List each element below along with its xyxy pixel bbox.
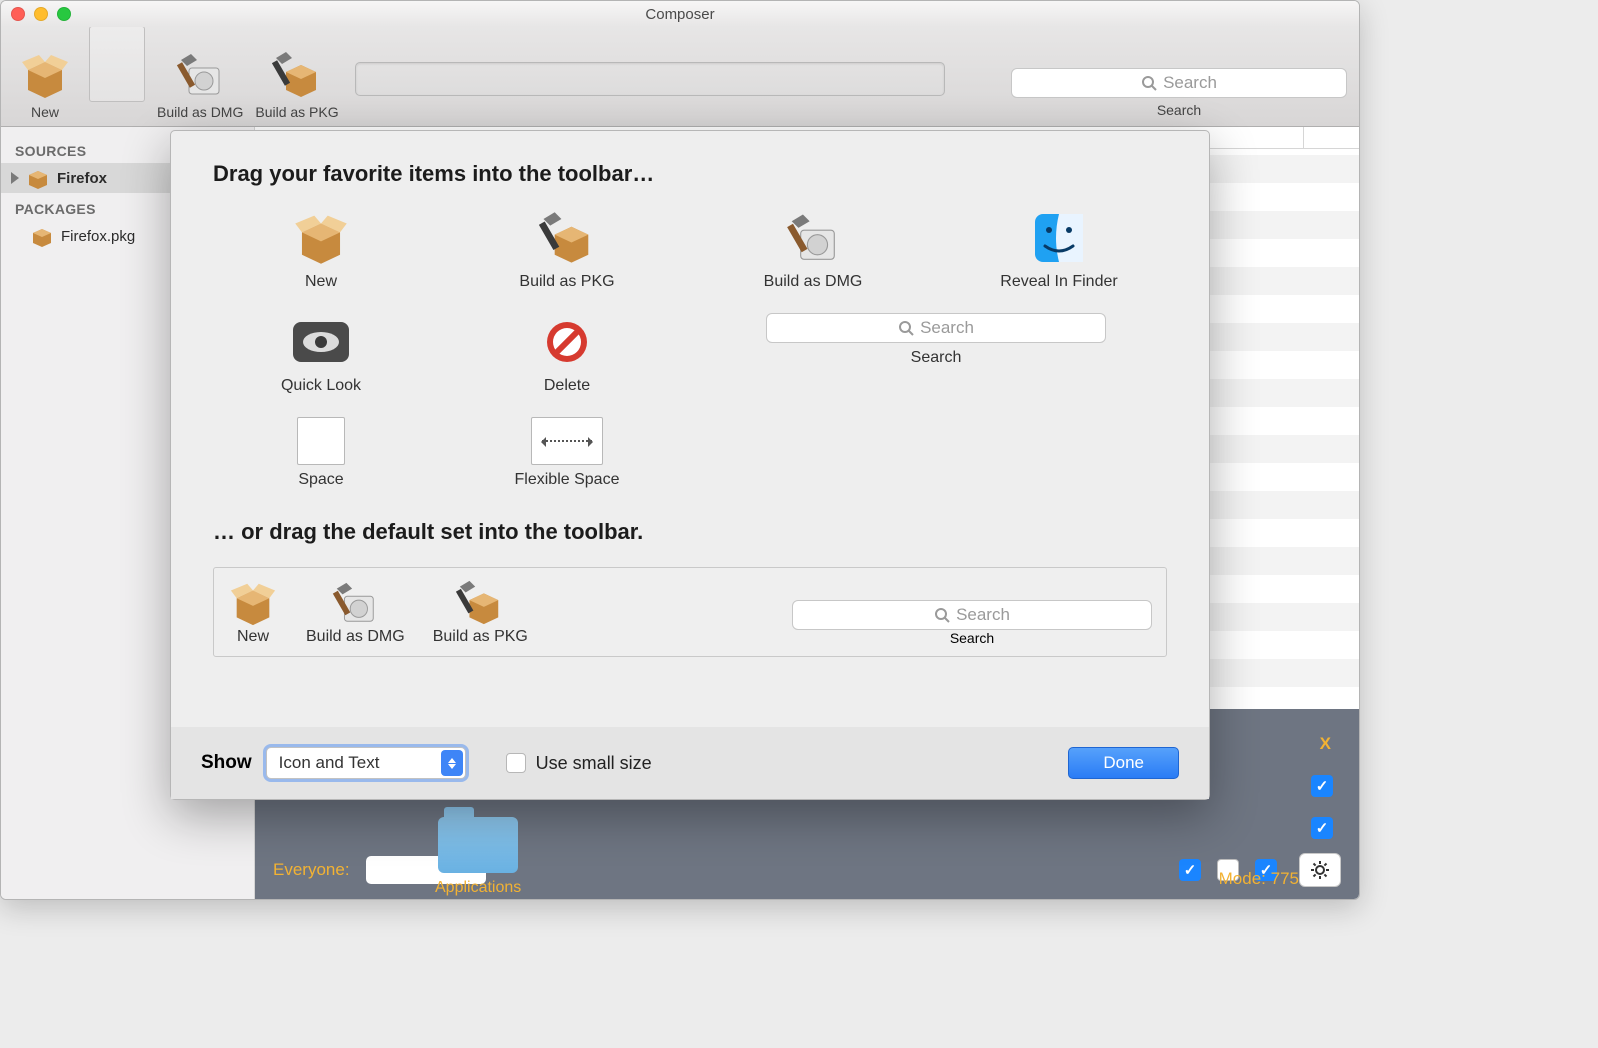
disclosure-icon[interactable] <box>11 172 19 184</box>
toolbar-search-input[interactable]: Search <box>1011 68 1347 98</box>
done-button-label: Done <box>1103 753 1144 773</box>
folder-icon <box>438 817 518 873</box>
perm-checkbox[interactable]: ✓ <box>1311 817 1333 839</box>
toolbar-build-pkg-label: Build as PKG <box>255 104 338 120</box>
folder-label: Applications <box>435 879 521 897</box>
finder-icon <box>1030 209 1088 267</box>
toolbar-build-dmg-label: Build as DMG <box>157 104 243 120</box>
folder-path: Applications <box>435 817 521 897</box>
perm-checkbox[interactable]: ✓ <box>1311 775 1333 797</box>
sheet-body: Drag your favorite items into the toolba… <box>171 131 1209 727</box>
toolbar-search-label: Search <box>1157 102 1201 118</box>
default-label: Build as DMG <box>306 628 405 646</box>
sidebar-item-label: Firefox <box>57 170 107 187</box>
palette-search-placeholder: Search <box>920 318 974 338</box>
hammer-package-icon <box>270 48 324 102</box>
window-title: Composer <box>1 6 1359 23</box>
palette-new[interactable]: New <box>213 209 429 291</box>
small-size-label: Use small size <box>536 753 652 774</box>
palette-label: Quick Look <box>281 377 361 395</box>
default-search-placeholder: Search <box>956 605 1010 625</box>
customize-toolbar-sheet: Drag your favorite items into the toolba… <box>170 130 1210 800</box>
default-label: New <box>237 628 269 646</box>
perm-checkbox[interactable]: ✓ <box>1179 859 1201 881</box>
palette-label: Build as PKG <box>519 273 614 291</box>
palette-space[interactable]: Space <box>213 417 429 489</box>
toolbar-build-pkg[interactable]: Build as PKG <box>255 48 338 120</box>
titlebar: Composer <box>1 1 1359 27</box>
sheet-heading-default: … or drag the default set into the toolb… <box>213 519 1167 545</box>
toolbar-empty-slot[interactable] <box>89 26 145 102</box>
palette-search-input[interactable]: Search <box>766 313 1106 343</box>
hammer-package-icon <box>538 209 596 267</box>
small-size-checkbox[interactable] <box>506 753 526 773</box>
palette-flexible-space[interactable]: Flexible Space <box>459 417 675 489</box>
flexible-space-icon <box>531 417 603 465</box>
palette-delete[interactable]: Delete <box>459 313 675 395</box>
palette-label: New <box>305 273 337 291</box>
palette-reveal[interactable]: Reveal In Finder <box>951 209 1167 291</box>
toolbar-build-dmg[interactable]: Build as DMG <box>157 48 243 120</box>
sheet-heading-drag: Drag your favorite items into the toolba… <box>213 161 1167 187</box>
eye-icon <box>292 313 350 371</box>
palette-label: Delete <box>544 377 590 395</box>
package-open-icon <box>228 578 278 628</box>
perm-mode-label: Mode: <box>1219 869 1266 888</box>
palette-label: Reveal In Finder <box>1000 273 1117 291</box>
toolbar-search-placeholder: Search <box>1163 73 1217 93</box>
palette-build-pkg[interactable]: Build as PKG <box>459 209 675 291</box>
package-icon <box>31 225 53 247</box>
done-button[interactable]: Done <box>1068 747 1179 779</box>
default-new[interactable]: New <box>228 578 278 646</box>
package-open-icon <box>292 209 350 267</box>
no-entry-icon <box>538 313 596 371</box>
palette-search[interactable]: Search Search <box>705 313 1167 395</box>
hammer-disk-icon <box>784 209 842 267</box>
palette-label: Build as DMG <box>764 273 863 291</box>
toolbar-new[interactable]: New <box>13 48 77 120</box>
show-select-value: Icon and Text <box>279 753 380 773</box>
hammer-package-icon <box>455 578 505 628</box>
sidebar-item-label: Firefox.pkg <box>61 228 135 245</box>
default-search-item[interactable]: Search Search <box>792 600 1152 646</box>
gear-icon <box>1310 860 1330 880</box>
search-icon <box>1141 75 1157 91</box>
folder-applications[interactable]: Applications <box>435 817 521 897</box>
toolbar-palette: New Build as PKG Build as DMG Reveal In … <box>213 209 1167 489</box>
toolbar-address-field[interactable] <box>355 62 945 96</box>
show-select[interactable]: Icon and Text <box>266 747 466 779</box>
package-open-icon <box>18 48 72 102</box>
default-search-input[interactable]: Search <box>792 600 1152 630</box>
default-search-label: Search <box>950 630 994 646</box>
table-header-cell[interactable] <box>1303 127 1359 149</box>
gear-button[interactable] <box>1299 853 1341 887</box>
perm-mode: Mode: 775 <box>1219 869 1299 889</box>
toolbar-new-label: New <box>31 104 59 120</box>
palette-label: Flexible Space <box>515 471 620 489</box>
chevron-updown-icon <box>441 750 463 776</box>
show-label: Show <box>201 752 252 774</box>
palette-label: Search <box>911 349 962 367</box>
hammer-disk-icon <box>330 578 380 628</box>
package-icon <box>27 167 49 189</box>
default-build-pkg[interactable]: Build as PKG <box>433 578 528 646</box>
perm-x-label: X <box>1320 734 1331 754</box>
search-icon <box>934 607 950 623</box>
default-build-dmg[interactable]: Build as DMG <box>306 578 405 646</box>
palette-quick-look[interactable]: Quick Look <box>213 313 429 395</box>
palette-build-dmg[interactable]: Build as DMG <box>705 209 921 291</box>
palette-label: Space <box>298 471 343 489</box>
perm-mode-value: 775 <box>1271 869 1299 888</box>
space-icon <box>297 417 345 465</box>
sheet-footer: Show Icon and Text Use small size Done <box>171 727 1209 799</box>
default-label: Build as PKG <box>433 628 528 646</box>
hammer-disk-icon <box>173 48 227 102</box>
perm-everyone-label: Everyone: <box>273 860 350 880</box>
toolbar-search-item: Search Search <box>1011 68 1347 118</box>
default-set[interactable]: New Build as DMG Build as PKG Search <box>213 567 1167 657</box>
toolbar: New Build as DMG Build as PKG Search Sea… <box>1 27 1359 127</box>
search-icon <box>898 320 914 336</box>
